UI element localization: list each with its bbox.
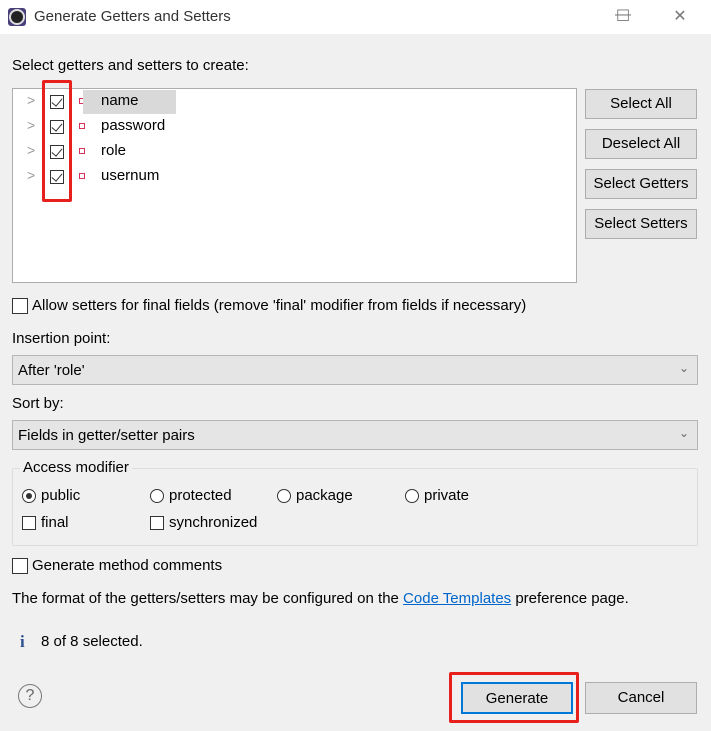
radio-protected-label: protected [169,487,232,504]
access-modifier-group [12,468,698,546]
tree-label: Select getters and setters to create: [12,57,249,74]
insertion-point-value: After 'role' [18,362,85,379]
sort-by-value: Fields in getter/setter pairs [18,427,195,444]
field-icon [79,148,85,154]
selection-count: 8 of 8 selected. [41,633,143,650]
info-prefix: The format of the getters/setters may be… [12,590,404,607]
sort-by-label: Sort by: [12,395,64,412]
help-icon[interactable]: ? [18,684,42,708]
field-name: password [101,117,166,134]
generate-button[interactable]: Generate [461,682,573,714]
field-icon [79,123,85,129]
generate-comments-label: Generate method comments [32,557,223,574]
fields-tree[interactable]: > name > password > role > usernum [12,88,577,283]
allow-final-checkbox[interactable] [12,298,28,314]
insertion-point-label: Insertion point: [12,330,111,347]
insertion-point-select[interactable]: After 'role' ⌄ [12,355,698,385]
select-setters-button[interactable]: Select Setters [585,209,697,239]
field-name: name [101,92,139,109]
close-button[interactable]: ✕ [660,4,700,30]
radio-private[interactable] [405,489,419,503]
radio-package-label: package [296,487,353,504]
generate-comments-checkbox[interactable] [12,558,28,574]
cancel-button[interactable]: Cancel [585,682,697,714]
final-label: final [41,514,69,531]
expand-chevron-icon[interactable]: > [27,117,35,133]
radio-protected[interactable] [150,489,164,503]
eclipse-app-icon [8,8,26,26]
expand-chevron-icon[interactable]: > [27,142,35,158]
field-icon [79,173,85,179]
code-templates-link[interactable]: Code Templates [403,590,511,607]
radio-package[interactable] [277,489,291,503]
radio-private-label: private [424,487,470,504]
select-all-button[interactable]: Select All [585,89,697,119]
final-checkbox[interactable] [22,516,36,530]
info-icon: i [20,632,25,651]
access-modifier-title: Access modifier [20,459,132,476]
allow-final-label: Allow setters for final fields (remove '… [32,297,527,314]
sort-by-select[interactable]: Fields in getter/setter pairs ⌄ [12,420,698,450]
field-name: role [101,142,127,159]
expand-chevron-icon[interactable]: > [27,167,35,183]
synchronized-checkbox[interactable] [150,516,164,530]
window-title: Generate Getters and Setters [34,8,231,25]
deselect-all-button[interactable]: Deselect All [585,129,697,159]
checkbox-highlight-box [42,80,72,202]
expand-chevron-icon[interactable]: > [27,92,35,108]
info-suffix: preference page. [511,590,629,607]
chevron-down-icon: ⌄ [678,361,689,375]
synchronized-label: synchronized [169,514,258,531]
select-getters-button[interactable]: Select Getters [585,169,697,199]
field-name: usernum [101,167,160,184]
info-text: The format of the getters/setters may be… [12,590,629,607]
radio-public-label: public [41,487,81,504]
radio-public[interactable] [22,489,36,503]
maximize-button[interactable]: ☐ [603,4,643,30]
title-bar: Generate Getters and Setters — ☐ ✕ [0,0,711,34]
chevron-down-icon: ⌄ [678,426,689,440]
